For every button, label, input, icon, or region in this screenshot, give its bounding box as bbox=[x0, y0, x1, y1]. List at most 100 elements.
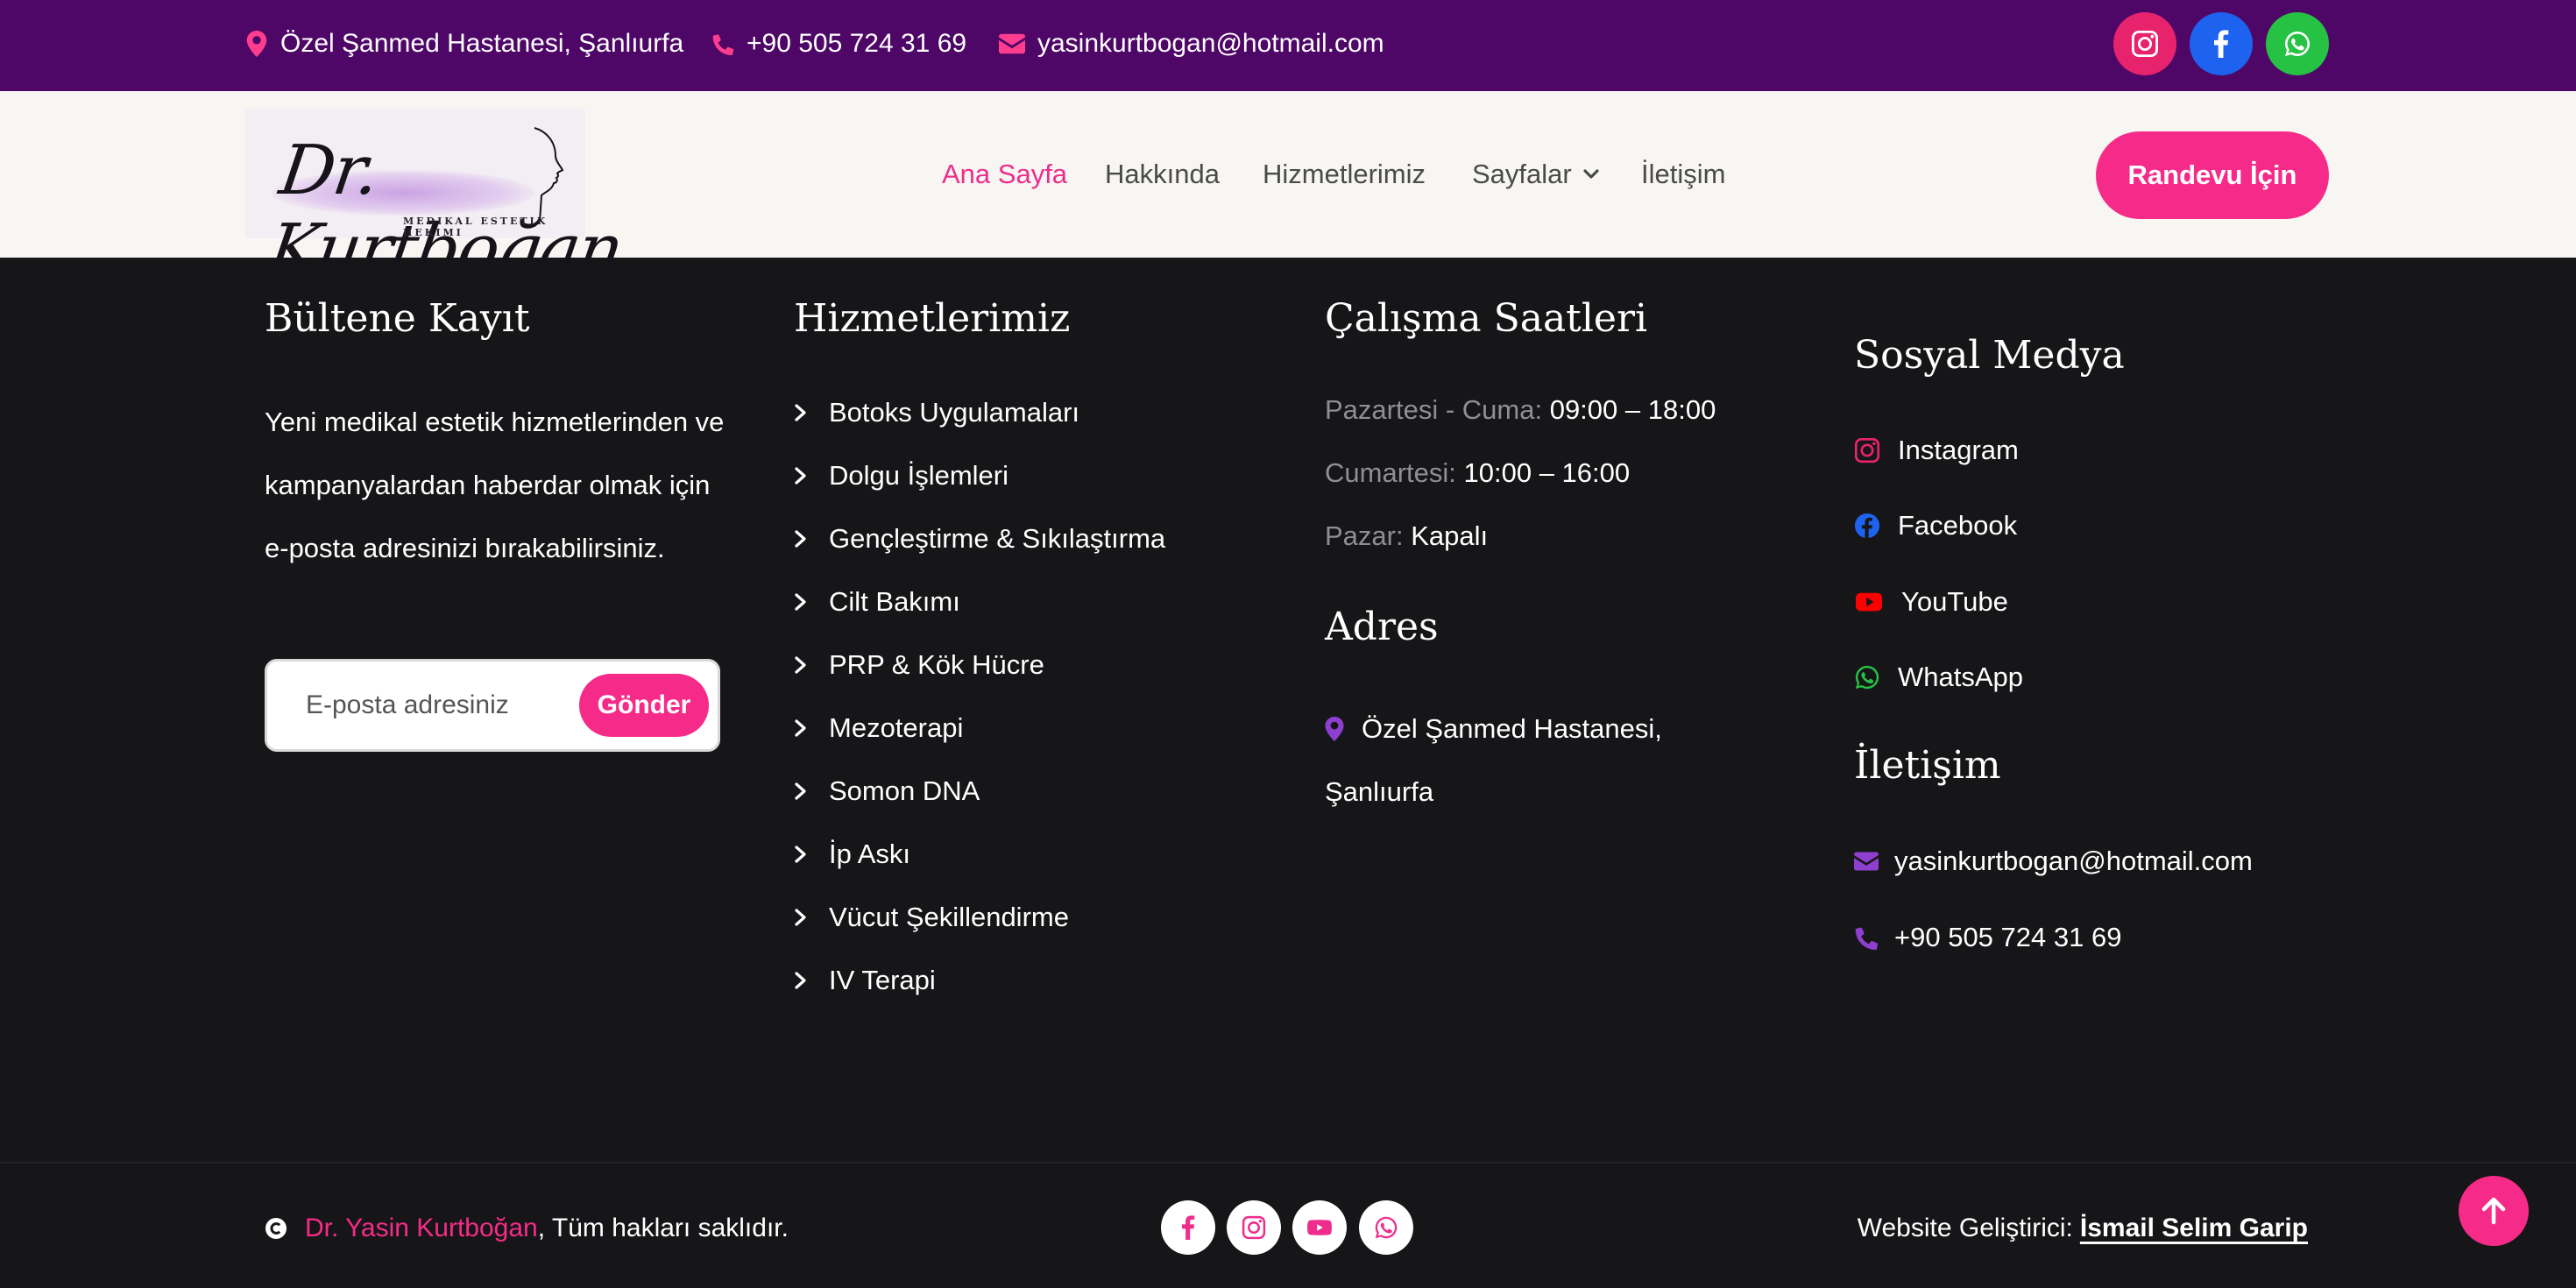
newsletter-heading: Bültene Kayıt bbox=[265, 296, 530, 341]
service-link[interactable]: Somon DNA bbox=[794, 774, 980, 809]
chevron-right-icon bbox=[795, 909, 806, 926]
contact-email-text: yasinkurtbogan@hotmail.com bbox=[1894, 846, 2253, 876]
whatsapp-icon bbox=[1375, 1216, 1398, 1239]
copyright-owner-link[interactable]: Dr. Yasin Kurtboğan bbox=[305, 1214, 538, 1243]
service-link[interactable]: Gençleştirme & Sıkılaştırma bbox=[794, 521, 1165, 556]
instagram-icon bbox=[2132, 31, 2158, 57]
service-label: PRP & Kök Hücre bbox=[829, 649, 1044, 680]
social-link-youtube[interactable]: YouTube bbox=[1854, 584, 2008, 619]
envelope-icon bbox=[999, 33, 1025, 54]
logo-script-text: Dr. Kurtboğan bbox=[264, 131, 626, 289]
service-link[interactable]: Mezoterapi bbox=[794, 711, 963, 746]
nav-contact[interactable]: İletişim bbox=[1641, 91, 1725, 258]
nav-services[interactable]: Hizmetlerimiz bbox=[1263, 91, 1426, 258]
hours-day: Pazar bbox=[1325, 520, 1396, 551]
developer-credit: Website Geliştirici: İsmail Selim Garip bbox=[1858, 1211, 2308, 1246]
chevron-right-icon bbox=[795, 593, 806, 611]
social-link-instagram[interactable]: Instagram bbox=[1854, 433, 2019, 468]
service-link[interactable]: Vücut Şekillendirme bbox=[794, 900, 1069, 935]
logo-subtitle: MEDIKAL ESTETIK HEKIMI bbox=[403, 216, 548, 238]
footer-instagram-button[interactable] bbox=[1227, 1200, 1281, 1255]
service-link[interactable]: Cilt Bakımı bbox=[794, 584, 960, 619]
topbar-phone-text: +90 505 724 31 69 bbox=[747, 29, 967, 58]
appointment-button[interactable]: Randevu İçin bbox=[2096, 131, 2329, 219]
main-header: Dr. Kurtboğan MEDIKAL ESTETIK HEKIMI Ana… bbox=[0, 91, 2576, 289]
chevron-right-icon bbox=[795, 972, 806, 989]
top-bar: Özel Şanmed Hastanesi, Şanlıurfa +90 505… bbox=[0, 0, 2576, 91]
social-heading: Sosyal Medya bbox=[1854, 333, 2125, 378]
service-link[interactable]: Botoks Uygulamaları bbox=[794, 395, 1079, 430]
service-label: Botoks Uygulamaları bbox=[829, 397, 1080, 428]
face-profile-icon bbox=[534, 127, 564, 223]
service-label: Dolgu İşlemleri bbox=[829, 460, 1009, 491]
hours-row-sunday: Pazar: Kapalı bbox=[1325, 520, 1489, 551]
newsletter-email-input[interactable] bbox=[306, 662, 560, 749]
instagram-icon bbox=[1854, 437, 1880, 464]
social-link-label: YouTube bbox=[1901, 586, 2008, 617]
service-label: Gençleştirme & Sıkılaştırma bbox=[829, 523, 1166, 554]
phone-icon bbox=[1855, 927, 1879, 950]
service-link[interactable]: İp Askı bbox=[794, 837, 910, 872]
hours-day: Pazartesi - Cuma bbox=[1325, 394, 1535, 425]
hours-day: Cumartesi bbox=[1325, 457, 1449, 488]
newsletter-description: Yeni medikal estetik hizmetlerinden ve k… bbox=[265, 407, 725, 563]
contact-email[interactable]: yasinkurtbogan@hotmail.com bbox=[1854, 844, 2253, 879]
chevron-right-icon bbox=[795, 782, 806, 800]
copyright-text: , Tüm hakları saklıdır. bbox=[537, 1214, 789, 1242]
nav-about[interactable]: Hakkında bbox=[1105, 91, 1220, 258]
service-link[interactable]: PRP & Kök Hücre bbox=[794, 648, 1044, 683]
chevron-right-icon bbox=[795, 404, 806, 421]
whatsapp-icon bbox=[2285, 31, 2311, 56]
arrow-up-icon bbox=[2481, 1197, 2506, 1225]
developer-link[interactable]: İsmail Selim Garip bbox=[2080, 1214, 2308, 1243]
nav-services-label: Hizmetlerimiz bbox=[1263, 159, 1426, 189]
address-text: Özel Şanmed Hastanesi, Şanlıurfa bbox=[1325, 713, 1662, 807]
address-block: Özel Şanmed Hastanesi, Şanlıurfa bbox=[1325, 697, 1737, 824]
social-link-whatsapp[interactable]: WhatsApp bbox=[1854, 660, 2023, 695]
instagram-icon bbox=[1242, 1215, 1266, 1240]
chevron-right-icon bbox=[795, 656, 806, 674]
nav-about-label: Hakkında bbox=[1105, 159, 1220, 189]
nav-pages-label: Sayfalar bbox=[1472, 159, 1572, 189]
topbar-instagram-button[interactable] bbox=[2113, 12, 2176, 75]
topbar-whatsapp-button[interactable] bbox=[2266, 12, 2329, 75]
copyright-notice: Dr. Yasin Kurtboğan, Tüm hakları saklıdı… bbox=[265, 1211, 789, 1246]
chevron-right-icon bbox=[795, 719, 806, 737]
service-link[interactable]: Dolgu İşlemleri bbox=[794, 458, 1008, 493]
social-link-label: WhatsApp bbox=[1898, 662, 2024, 692]
scroll-to-top-button[interactable] bbox=[2459, 1176, 2529, 1246]
topbar-email-text: yasinkurtbogan@hotmail.com bbox=[1037, 29, 1384, 58]
social-link-facebook[interactable]: Facebook bbox=[1854, 508, 2017, 543]
chevron-down-icon bbox=[1583, 169, 1599, 179]
nav-home[interactable]: Ana Sayfa bbox=[942, 91, 1067, 258]
hours-time: 10:00 – 16:00 bbox=[1463, 457, 1631, 488]
newsletter-form: Gönder bbox=[265, 659, 720, 752]
footer-whatsapp-button[interactable] bbox=[1359, 1200, 1413, 1255]
footer-facebook-button[interactable] bbox=[1161, 1200, 1215, 1255]
hours-heading: Çalışma Saatleri bbox=[1325, 296, 1648, 341]
developer-label: Website Geliştirici: bbox=[1857, 1214, 2073, 1242]
map-pin-icon bbox=[246, 31, 267, 57]
phone-icon bbox=[712, 34, 734, 56]
topbar-phone[interactable]: +90 505 724 31 69 bbox=[711, 0, 966, 88]
hours-row-saturday: Cumartesi: 10:00 – 16:00 bbox=[1325, 457, 1631, 488]
topbar-facebook-button[interactable] bbox=[2190, 12, 2253, 75]
service-link[interactable]: IV Terapi bbox=[794, 963, 936, 998]
service-label: Cilt Bakımı bbox=[829, 586, 960, 617]
copyright-icon bbox=[265, 1218, 287, 1239]
facebook-icon bbox=[1182, 1215, 1195, 1240]
chevron-right-icon bbox=[795, 846, 806, 863]
envelope-icon bbox=[1854, 852, 1879, 871]
youtube-icon bbox=[1307, 1220, 1332, 1235]
address-heading: Adres bbox=[1325, 605, 1439, 649]
hours-time: 09:00 – 18:00 bbox=[1549, 394, 1716, 425]
nav-pages-dropdown[interactable]: Sayfalar bbox=[1472, 91, 1600, 258]
contact-phone[interactable]: +90 505 724 31 69 bbox=[1854, 920, 2121, 955]
newsletter-submit-button[interactable]: Gönder bbox=[579, 674, 709, 737]
site-logo[interactable]: Dr. Kurtboğan MEDIKAL ESTETIK HEKIMI bbox=[245, 109, 626, 289]
service-label: IV Terapi bbox=[829, 965, 936, 995]
social-link-label: Instagram bbox=[1898, 435, 2019, 465]
footer-youtube-button[interactable] bbox=[1292, 1200, 1347, 1255]
whatsapp-icon bbox=[1855, 665, 1879, 690]
topbar-email[interactable]: yasinkurtbogan@hotmail.com bbox=[999, 0, 1384, 88]
